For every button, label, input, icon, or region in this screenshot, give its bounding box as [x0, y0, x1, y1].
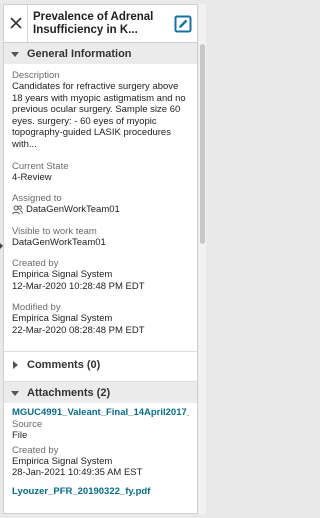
attachments-list: MGUC4991_Valeant_Final_14April2017_ Sour… [4, 403, 197, 498]
section-divider [4, 342, 197, 353]
visible-to-label: Visible to work team [12, 225, 97, 237]
description-label: Description [12, 70, 60, 81]
caret-down-icon [11, 51, 19, 57]
close-icon [10, 17, 22, 29]
team-icon [12, 205, 23, 215]
modified-by-value: Empirica Signal System [12, 313, 113, 325]
attachment-link[interactable]: MGUC4991_Valeant_Final_14April2017_ [12, 407, 189, 419]
description-line: 18 years with myopic astigmatism and no [12, 92, 186, 104]
panel-title-line2: Insufficiency in K... [33, 24, 138, 36]
attachment-created-by-value: Empirica Signal System [12, 455, 113, 467]
description-line: Candidates for refractive surgery above [12, 81, 179, 92]
attachments-header[interactable]: Attachments (2) [4, 382, 197, 404]
scrollbar[interactable] [199, 4, 206, 514]
visible-to-value: DataGenWorkTeam01 [12, 236, 106, 248]
attachment-created-by-label: Created by [12, 444, 59, 456]
created-date: 12-Mar-2020 10:28:48 PM EDT [12, 280, 145, 292]
panel-header: Prevalence of Adrenal Insufficiency in K… [4, 5, 197, 43]
caret-down-icon [11, 390, 19, 396]
assigned-to-label: Assigned to [12, 193, 62, 205]
header-divider [27, 5, 28, 43]
comments-header[interactable]: Comments (0) [4, 352, 197, 379]
caret-right-icon [13, 361, 18, 370]
attachment-link[interactable]: Lyouzer_PFR_20190322_fy.pdf [12, 486, 189, 498]
attachments-label: Attachments (2) [27, 386, 111, 399]
edit-button[interactable] [174, 15, 192, 33]
general-info-header[interactable]: General Information [4, 43, 197, 64]
panel-title: Prevalence of Adrenal Insufficiency in K… [33, 11, 167, 37]
description-line: previous ocular surgery. Sample size 60 [12, 104, 181, 116]
comments-label: Comments (0) [27, 359, 101, 372]
created-by-value: Empirica Signal System [12, 269, 113, 281]
description-line: eyes. surgery: - 60 eyes of myopic [12, 115, 157, 127]
modified-date: 22-Mar-2020 08:28:48 PM EDT [12, 324, 145, 336]
created-by-label: Created by [12, 258, 59, 270]
modified-by-label: Modified by [12, 302, 61, 314]
assigned-to-text: DataGenWorkTeam01 [26, 204, 120, 216]
description-line: topography-guided LASIK procedures [12, 127, 171, 139]
assigned-to-value: DataGenWorkTeam01 [12, 204, 189, 216]
general-info-fields: Description Candidates for refractive su… [4, 64, 197, 336]
source-value: File [12, 430, 28, 442]
panel-body[interactable]: General Information Description Candidat… [4, 43, 197, 513]
source-label: Source [12, 419, 43, 431]
close-button[interactable] [8, 15, 24, 31]
attachment-created-date: 28-Jan-2021 10:49:35 AM EST [12, 467, 143, 479]
current-state-value: 4-Review [12, 171, 52, 183]
scrollbar-thumb[interactable] [200, 44, 205, 244]
current-state-label: Current State [12, 160, 69, 172]
description-value: Candidates for refractive surgery above … [12, 81, 189, 151]
details-panel: Prevalence of Adrenal Insufficiency in K… [3, 4, 198, 514]
panel-title-line1: Prevalence of Adrenal [33, 11, 154, 23]
general-info-label: General Information [27, 47, 132, 60]
description-line: with... [12, 138, 37, 150]
attachment-item: MGUC4991_Valeant_Final_14April2017_ Sour… [12, 407, 189, 479]
edit-icon [174, 15, 192, 33]
